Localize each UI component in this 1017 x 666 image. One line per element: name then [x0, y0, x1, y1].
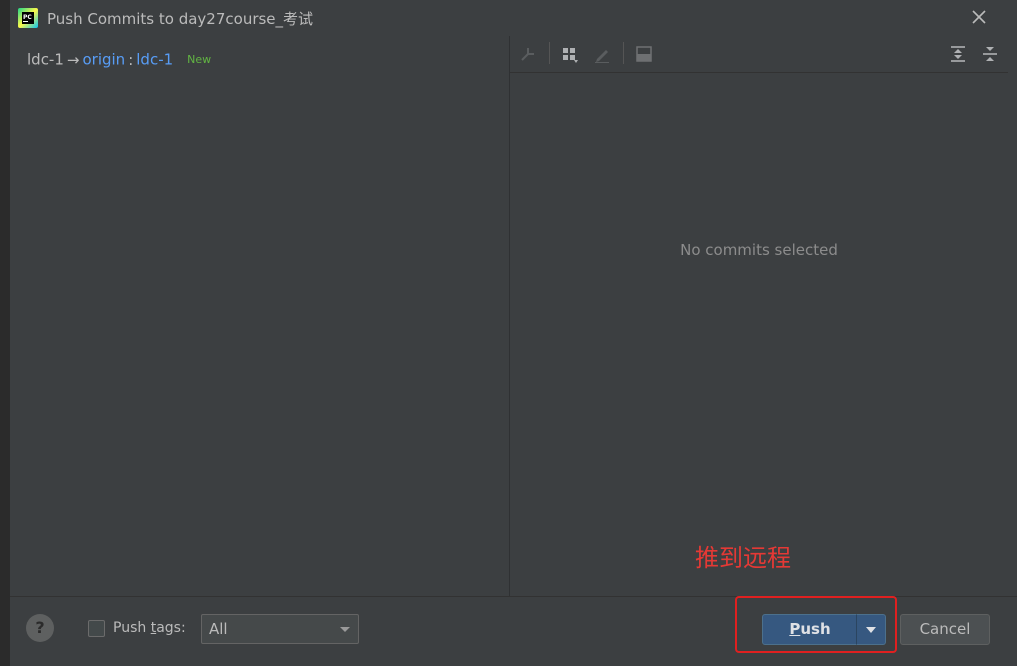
commit-details-pane: No commits selected [510, 36, 1008, 596]
toolbar-separator [549, 42, 550, 64]
branch-push-row[interactable]: ldc-1 → origin: ldc-1 New [27, 50, 211, 69]
arrow-icon: → [66, 50, 80, 69]
local-branch-label: ldc-1 [27, 50, 64, 69]
remote-branch-link[interactable]: ldc-1 [136, 51, 173, 69]
empty-state-text: No commits selected [680, 241, 838, 259]
commits-tree-pane [10, 36, 509, 596]
svg-text:PC: PC [23, 14, 32, 21]
tags-select[interactable]: All [201, 614, 359, 644]
annotation-text: 推到远程 [695, 544, 791, 572]
details-toolbar [510, 36, 1008, 73]
toolbar-separator [623, 42, 624, 64]
branch-separator: : [128, 50, 134, 69]
cherry-pick-icon[interactable] [518, 44, 538, 64]
remote-name-link[interactable]: origin [82, 51, 125, 69]
chevron-down-icon [340, 627, 350, 632]
dialog-title: Push Commits to day27course_考试 [47, 10, 314, 28]
expand-all-icon[interactable] [948, 44, 968, 64]
push-button[interactable]: Push [762, 614, 858, 645]
push-tags-label: Push tags: [113, 620, 186, 636]
push-options-dropdown[interactable] [856, 614, 886, 645]
push-commits-dialog: PC Push Commits to day27course_考试 ldc-1 →… [10, 0, 1017, 658]
new-branch-badge: New [187, 53, 212, 66]
group-icon[interactable] [560, 44, 580, 64]
push-tags-checkbox[interactable] [88, 620, 105, 637]
collapse-all-icon[interactable] [980, 44, 1000, 64]
pycharm-icon: PC [18, 8, 38, 28]
tags-select-value: All [209, 620, 228, 638]
layout-icon[interactable] [634, 44, 654, 64]
help-button[interactable]: ? [26, 614, 54, 642]
close-icon[interactable] [968, 6, 990, 28]
title-bar: PC Push Commits to day27course_考试 [10, 0, 1017, 36]
edit-icon[interactable] [592, 44, 612, 64]
background-editor-strip [0, 0, 10, 666]
cancel-button[interactable]: Cancel [900, 614, 990, 645]
chevron-down-icon [866, 627, 876, 633]
